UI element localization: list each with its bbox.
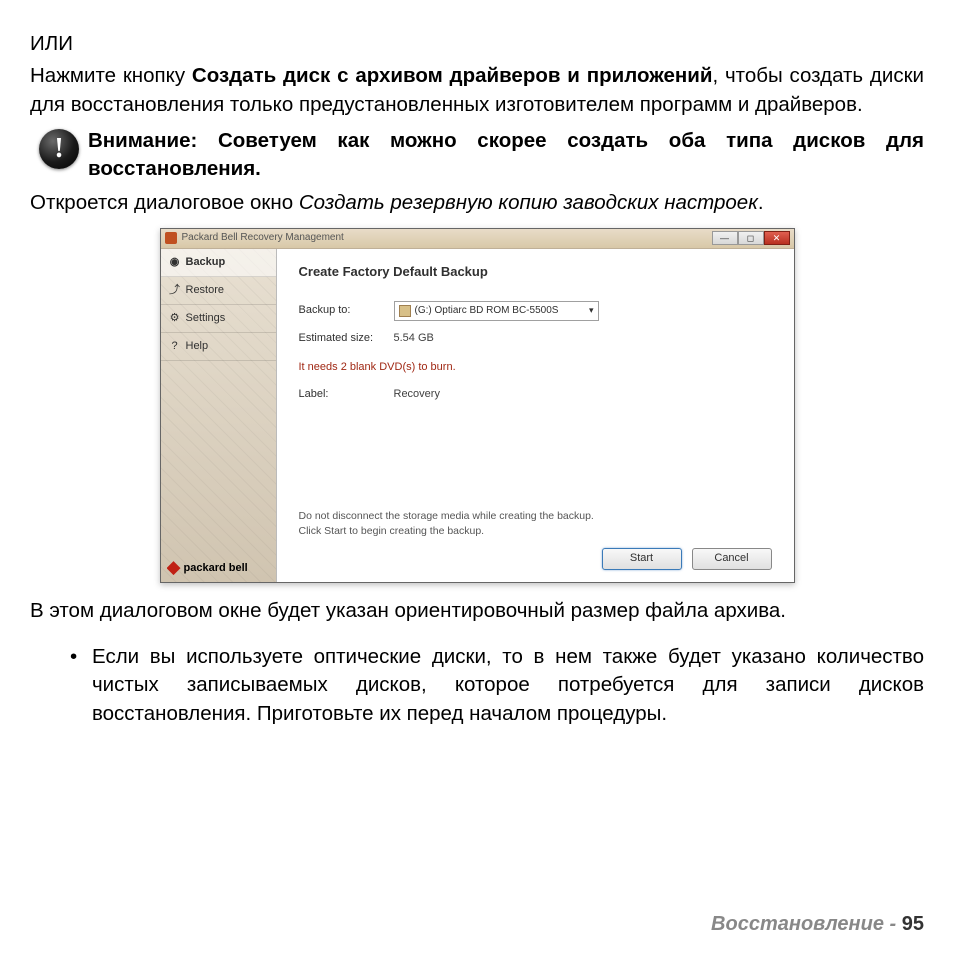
app-window: Packard Bell Recovery Management — ◻ ✕ ◉… — [160, 228, 795, 583]
sidebar-item-backup[interactable]: ◉ Backup — [161, 249, 276, 277]
restore-icon: ⤴ — [169, 284, 181, 296]
note-line-2: Click Start to begin creating the backup… — [299, 524, 772, 538]
backup-to-dropdown[interactable]: (G:) Optiarc BD ROM BC-5500S ▾ — [394, 301, 599, 321]
app-icon — [165, 232, 177, 244]
warning-text: Внимание: Советуем как можно скорее созд… — [88, 127, 924, 184]
sidebar-item-label: Help — [186, 339, 209, 354]
sidebar-item-settings[interactable]: ⚙ Settings — [161, 305, 276, 333]
gear-icon: ⚙ — [169, 313, 181, 325]
label-value: Recovery — [394, 387, 440, 402]
minimize-button[interactable]: — — [712, 231, 738, 245]
row-estimated-size: Estimated size: 5.54 GB — [299, 331, 772, 346]
cancel-button[interactable]: Cancel — [692, 548, 772, 570]
sidebar: ◉ Backup ⤴ Restore ⚙ Settings ? Help — [161, 249, 277, 582]
disc-icon: ◉ — [169, 256, 181, 268]
text-span: Нажмите кнопку — [30, 64, 192, 87]
sidebar-item-label: Settings — [186, 311, 226, 326]
chevron-down-icon: ▾ — [589, 304, 594, 316]
warning-callout: ! Внимание: Советуем как можно скорее со… — [30, 127, 924, 184]
dialog-screenshot: Packard Bell Recovery Management — ◻ ✕ ◉… — [30, 228, 924, 583]
est-size-value: 5.54 GB — [394, 331, 434, 346]
start-button[interactable]: Start — [602, 548, 682, 570]
page-footer: Восстановление - 95 — [711, 913, 924, 936]
sidebar-item-label: Restore — [186, 283, 225, 298]
sidebar-item-help[interactable]: ? Help — [161, 333, 276, 361]
close-button[interactable]: ✕ — [764, 231, 790, 245]
window-titlebar: Packard Bell Recovery Management — ◻ ✕ — [161, 229, 794, 249]
note-line-1: Do not disconnect the storage media whil… — [299, 509, 772, 523]
warning-icon-wrap: ! — [30, 127, 88, 169]
row-label: Label: Recovery — [299, 387, 772, 402]
paragraph-dialog-opens: Откроется диалоговое окно Создать резерв… — [30, 189, 924, 217]
brand-text: packard bell — [184, 561, 248, 576]
bold-action-name: Создать диск с архивом драйверов и прило… — [192, 64, 713, 87]
needs-blank-note: It needs 2 blank DVD(s) to burn. — [299, 360, 772, 375]
brand-area: packard bell — [161, 555, 276, 582]
italic-dialog-name: Создать резервную копию заводских настро… — [299, 191, 758, 214]
footer-page-number: 95 — [902, 913, 924, 935]
bullet-item-optical: Если вы используете оптические диски, то… — [92, 643, 924, 728]
maximize-button[interactable]: ◻ — [738, 231, 764, 245]
help-icon: ? — [169, 341, 181, 353]
label-label: Label: — [299, 387, 394, 402]
drive-icon — [399, 305, 411, 317]
bottom-notes: Do not disconnect the storage media whil… — [299, 509, 772, 537]
window-controls: — ◻ ✕ — [712, 231, 790, 245]
paragraph-create-disc: Нажмите кнопку Создать диск с архивом др… — [30, 62, 924, 119]
dropdown-value: (G:) Optiarc BD ROM BC-5500S — [415, 304, 559, 318]
window-title: Packard Bell Recovery Management — [182, 231, 344, 245]
sidebar-item-restore[interactable]: ⤴ Restore — [161, 277, 276, 305]
text-span: . — [758, 191, 764, 214]
button-row: Start Cancel — [299, 548, 772, 570]
app-body: ◉ Backup ⤴ Restore ⚙ Settings ? Help — [161, 249, 794, 582]
est-size-label: Estimated size: — [299, 331, 394, 346]
text-span: Откроется диалоговое окно — [30, 191, 299, 214]
sidebar-item-label: Backup — [186, 255, 226, 270]
footer-section: Восстановление - — [711, 913, 896, 935]
warning-icon: ! — [39, 129, 79, 169]
or-heading: ИЛИ — [30, 30, 924, 58]
row-backup-to: Backup to: (G:) Optiarc BD ROM BC-5500S … — [299, 301, 772, 321]
main-panel: Create Factory Default Backup Backup to:… — [277, 249, 794, 582]
backup-to-label: Backup to: — [299, 303, 394, 318]
panel-title: Create Factory Default Backup — [299, 263, 772, 281]
paragraph-approx-size: В этом диалоговом окне будет указан орие… — [30, 597, 924, 625]
bullet-list: Если вы используете оптические диски, то… — [30, 643, 924, 728]
brand-logo-icon — [167, 561, 181, 575]
